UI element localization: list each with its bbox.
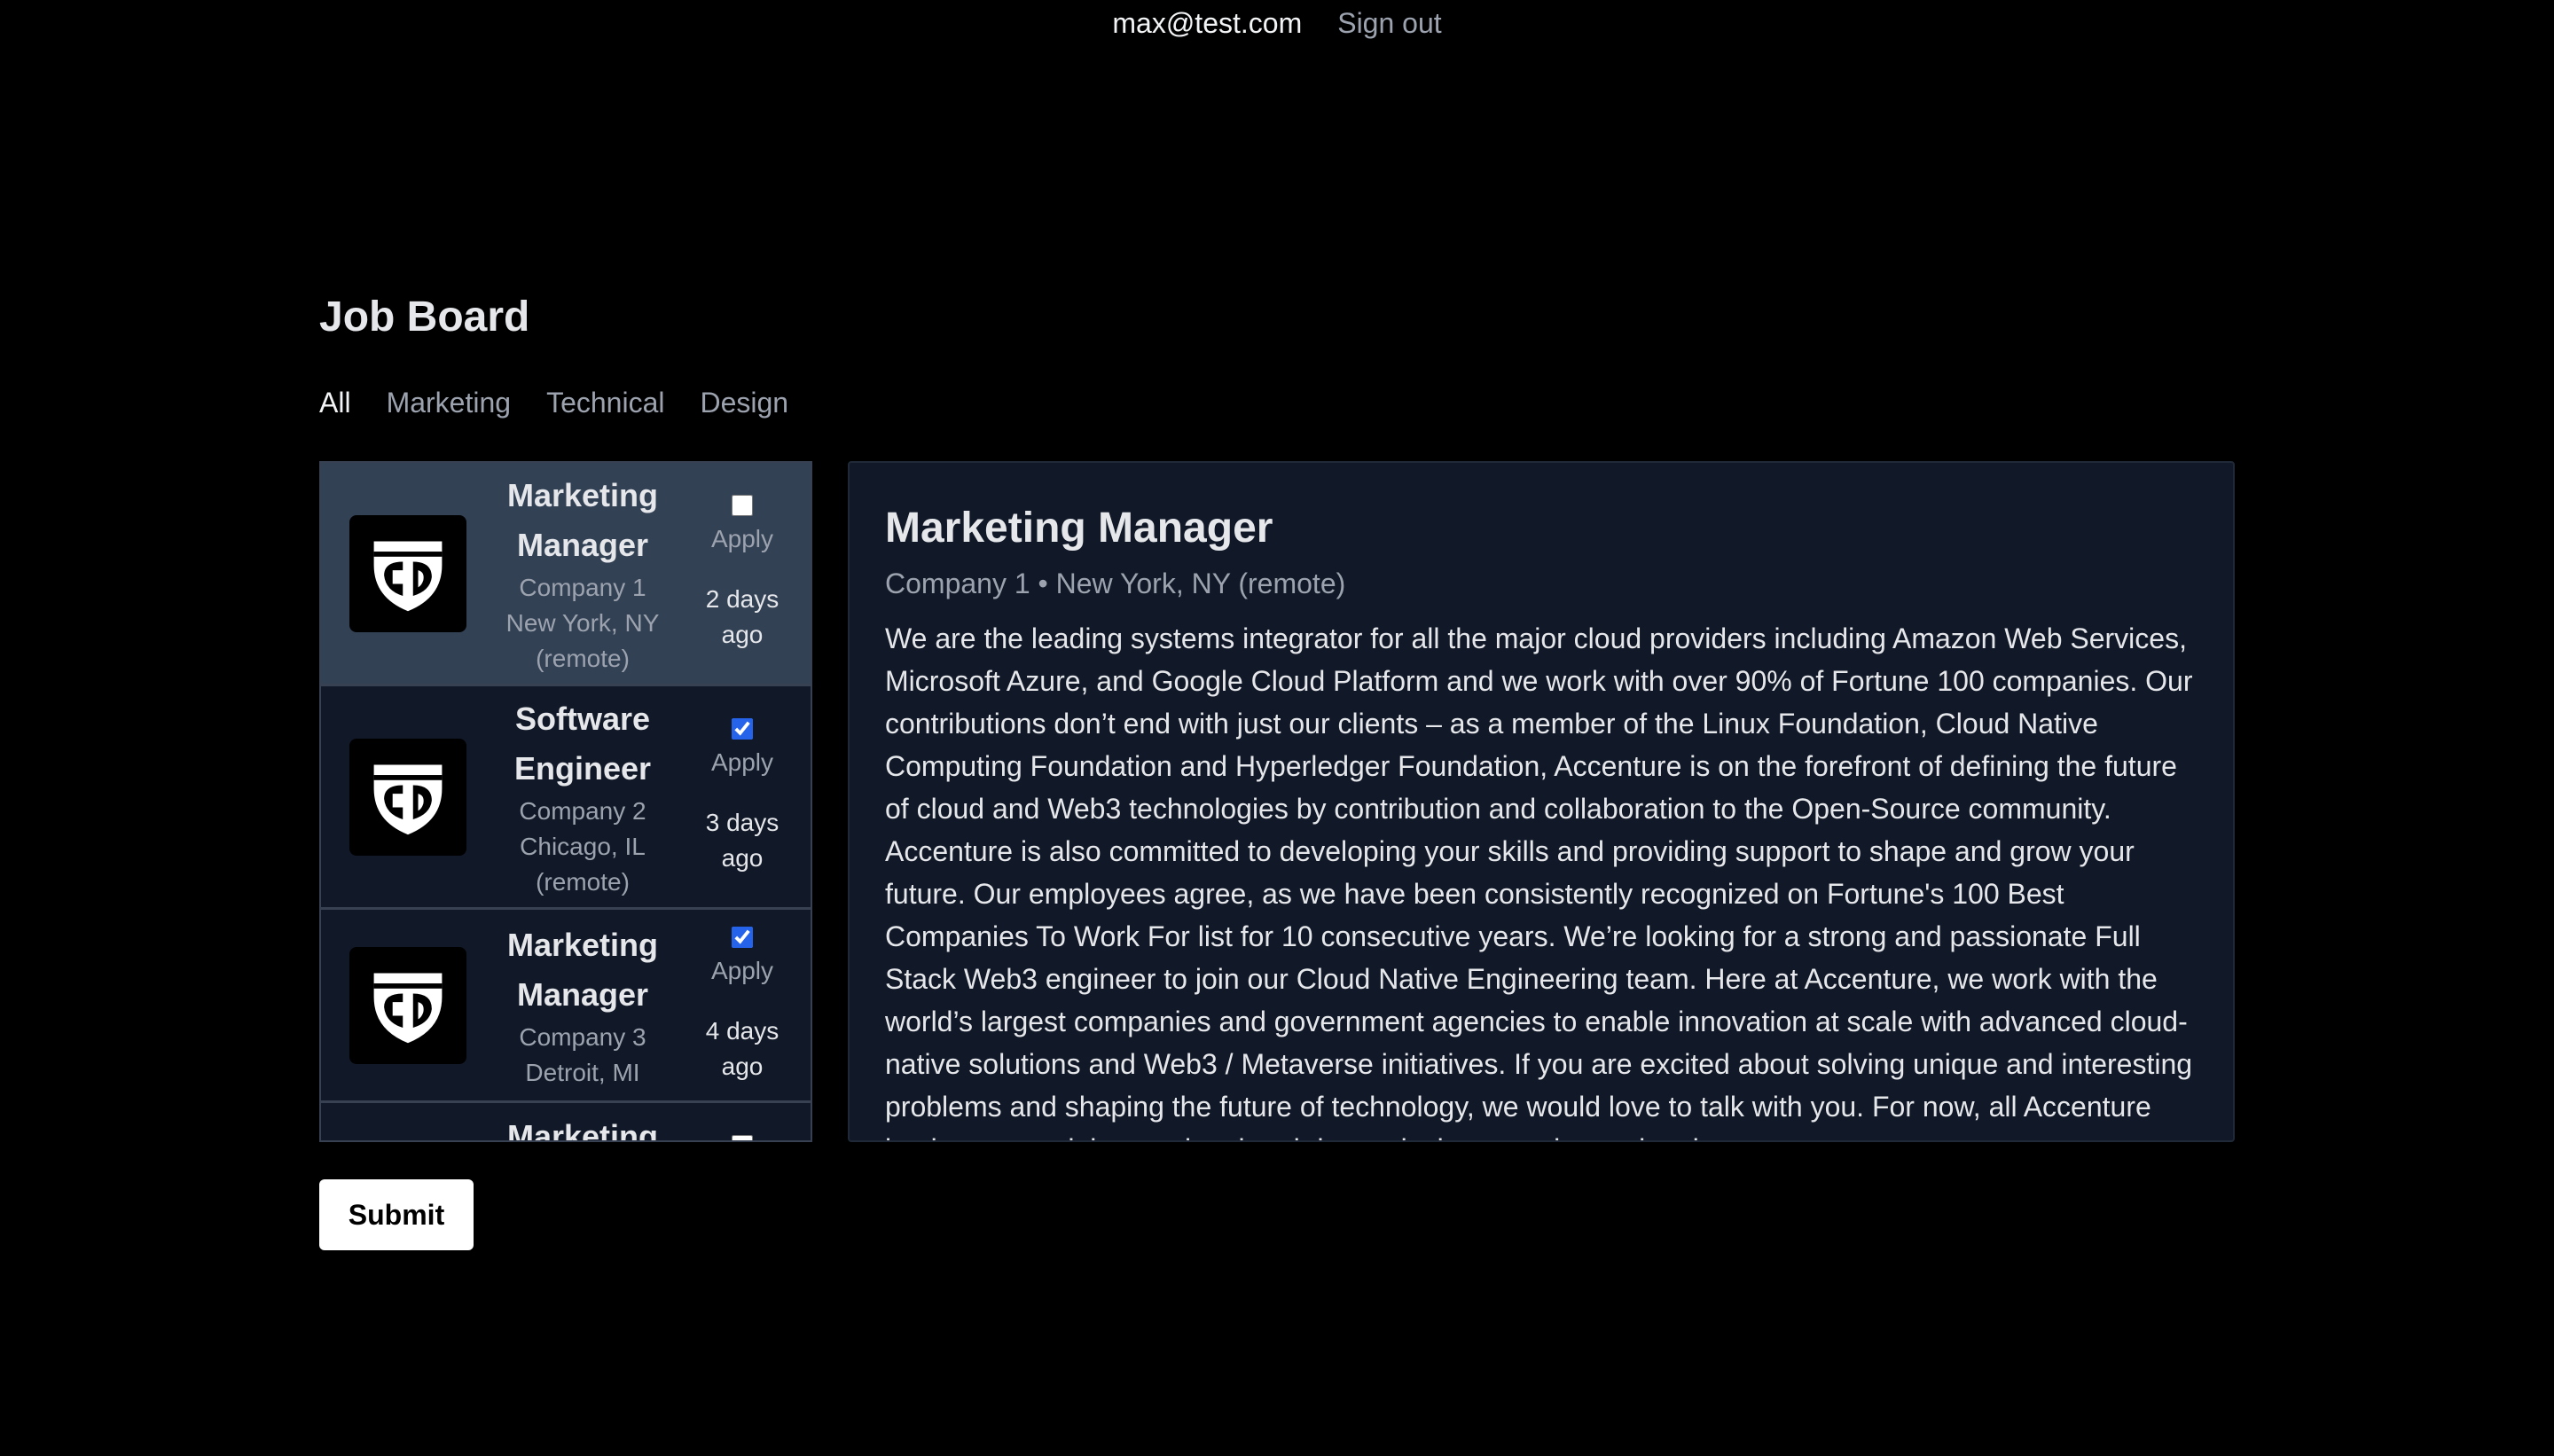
apply-label: Apply <box>710 956 774 984</box>
apply-checkbox[interactable] <box>732 494 753 516</box>
job-company: Company 3 <box>519 1022 646 1051</box>
company-logo-icon <box>349 738 466 856</box>
job-list-item[interactable]: Marketing <box>321 1103 811 1142</box>
job-info: Software Engineer Company 2 Chicago, IL … <box>490 694 676 900</box>
job-company: Company 2 <box>519 796 646 825</box>
top-bar: max@test.com Sign out <box>0 0 2554 46</box>
apply-label: Apply <box>710 524 774 552</box>
posted-date: 3 days ago <box>705 808 780 872</box>
job-list-item[interactable]: Marketing Manager Company 1 New York, NY… <box>321 463 811 686</box>
job-location: Detroit, MI <box>525 1058 640 1086</box>
tab-technical[interactable]: Technical <box>546 387 664 419</box>
apply-checkbox[interactable] <box>732 926 753 948</box>
job-title: Marketing <box>506 1118 659 1142</box>
job-title: Software Engineer <box>513 700 652 787</box>
job-title: Marketing Manager <box>506 476 659 563</box>
job-apply-area: Apply 3 days ago <box>693 717 791 876</box>
job-company: Company 1 <box>519 573 646 601</box>
job-info: Marketing <box>490 1112 676 1142</box>
job-list-item[interactable]: Software Engineer Company 2 Chicago, IL … <box>321 686 811 910</box>
job-location: Chicago, IL (remote) <box>520 832 646 896</box>
job-info: Marketing Manager Company 3 Detroit, MI <box>490 920 676 1091</box>
job-apply-area: Apply 2 days ago <box>693 494 791 653</box>
page-title: Job Board <box>319 294 530 341</box>
detail-title: Marketing Manager <box>885 505 1273 552</box>
tab-all[interactable]: All <box>319 387 351 419</box>
job-apply-area: Apply 4 days ago <box>693 926 791 1084</box>
sign-out-link[interactable]: Sign out <box>1337 7 1441 40</box>
tab-design[interactable]: Design <box>700 387 788 419</box>
job-location: New York, NY (remote) <box>505 608 660 672</box>
job-title: Marketing Manager <box>506 926 659 1013</box>
job-list[interactable]: Marketing Manager Company 1 New York, NY… <box>319 461 812 1142</box>
user-email: max@test.com <box>1112 6 1303 39</box>
job-info: Marketing Manager Company 1 New York, NY… <box>490 471 676 677</box>
detail-description: We are the leading systems integrator fo… <box>885 622 2193 1140</box>
apply-checkbox[interactable] <box>732 717 753 740</box>
job-list-item[interactable]: Marketing Manager Company 3 Detroit, MI … <box>321 910 811 1103</box>
apply-label: Apply <box>710 748 774 776</box>
job-apply-area <box>693 1135 791 1140</box>
category-tabs: All Marketing Technical Design <box>319 387 788 419</box>
posted-date: 2 days ago <box>705 584 780 648</box>
posted-date: 4 days ago <box>705 1016 780 1080</box>
submit-button[interactable]: Submit <box>319 1179 474 1250</box>
job-detail-panel: Marketing Manager Company 1 • New York, … <box>848 461 2235 1142</box>
apply-checkbox[interactable] <box>732 1135 753 1140</box>
tab-marketing[interactable]: Marketing <box>387 387 512 419</box>
detail-meta: Company 1 • New York, NY (remote) <box>885 568 1346 599</box>
company-logo-icon <box>349 946 466 1064</box>
company-logo-icon <box>349 514 466 632</box>
